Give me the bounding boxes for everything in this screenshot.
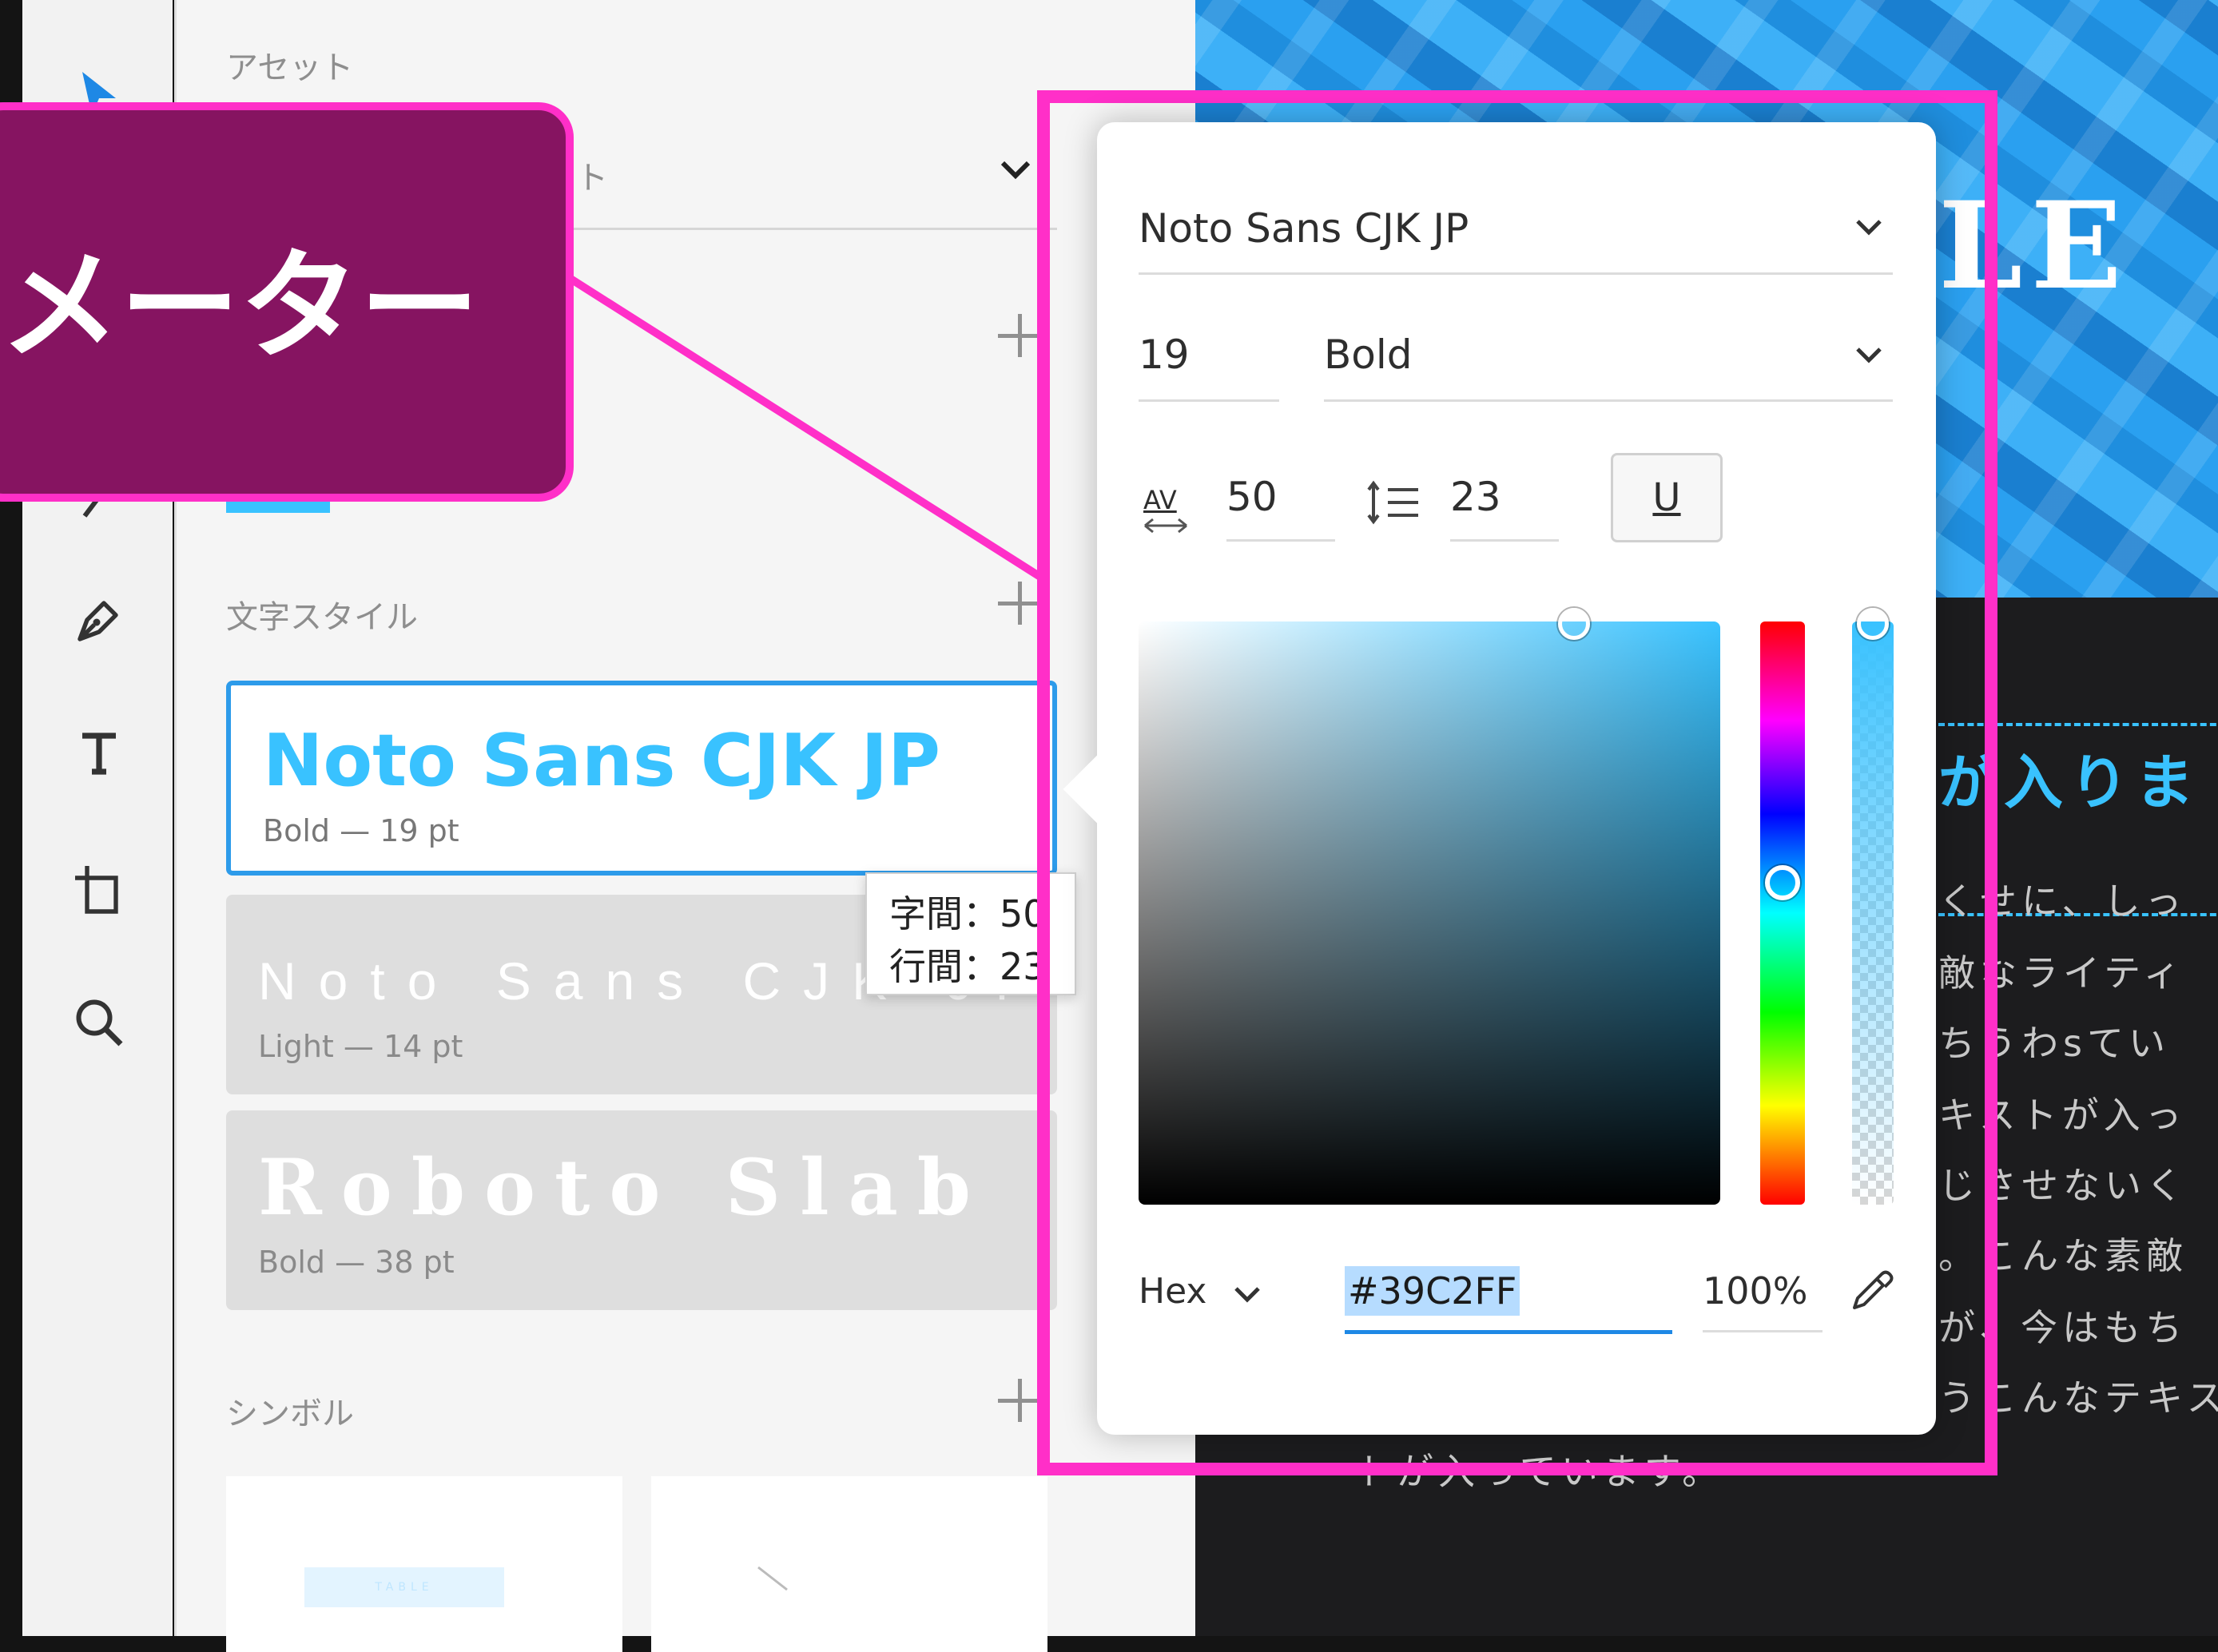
font-size-input[interactable]: 19 — [1139, 332, 1190, 378]
chevron-down-icon[interactable] — [1853, 215, 1885, 239]
char-spacing-icon: AV — [1143, 485, 1177, 515]
opacity-underline — [1703, 1330, 1822, 1332]
opacity-input[interactable]: 100% — [1703, 1269, 1808, 1312]
underline-toggle-button[interactable]: U — [1611, 453, 1723, 542]
color-saturation-field[interactable] — [1139, 621, 1720, 1205]
hex-input[interactable]: #39C2FF — [1348, 1269, 1516, 1312]
annotation-callout-text: メーター — [0, 237, 480, 376]
color-mode-select[interactable]: Hex — [1139, 1271, 1206, 1312]
chevron-down-icon[interactable] — [1853, 343, 1885, 367]
hue-slider-handle[interactable] — [1765, 865, 1800, 900]
underline-toggle-label: U — [1652, 475, 1681, 520]
font-family-select[interactable]: Noto Sans CJK JP — [1139, 205, 1469, 252]
font-weight-select[interactable]: Bold — [1324, 332, 1413, 378]
hex-input-underline — [1345, 1330, 1672, 1334]
hex-selection: #39C2FF — [1345, 1266, 1520, 1316]
font-size-underline — [1139, 399, 1279, 402]
hue-slider[interactable] — [1760, 621, 1805, 1205]
char-spacing-arrow-icon — [1144, 518, 1187, 534]
char-spacing-input[interactable]: 50 — [1226, 474, 1278, 520]
opacity-slider[interactable] — [1852, 621, 1894, 1205]
char-spacing-underline — [1226, 539, 1335, 542]
line-height-underline — [1450, 539, 1559, 542]
color-picker-handle[interactable] — [1558, 608, 1590, 640]
eyedropper-icon[interactable] — [1848, 1266, 1896, 1314]
font-weight-underline — [1324, 399, 1893, 402]
chevron-down-icon[interactable] — [1231, 1282, 1263, 1306]
line-height-icon — [1367, 480, 1418, 525]
font-family-underline — [1139, 272, 1893, 275]
text-style-popover: Noto Sans CJK JP 19 Bold AV 50 23 U Hex … — [1063, 122, 1936, 1435]
line-height-input[interactable]: 23 — [1450, 474, 1501, 520]
opacity-slider-handle[interactable] — [1857, 608, 1889, 640]
